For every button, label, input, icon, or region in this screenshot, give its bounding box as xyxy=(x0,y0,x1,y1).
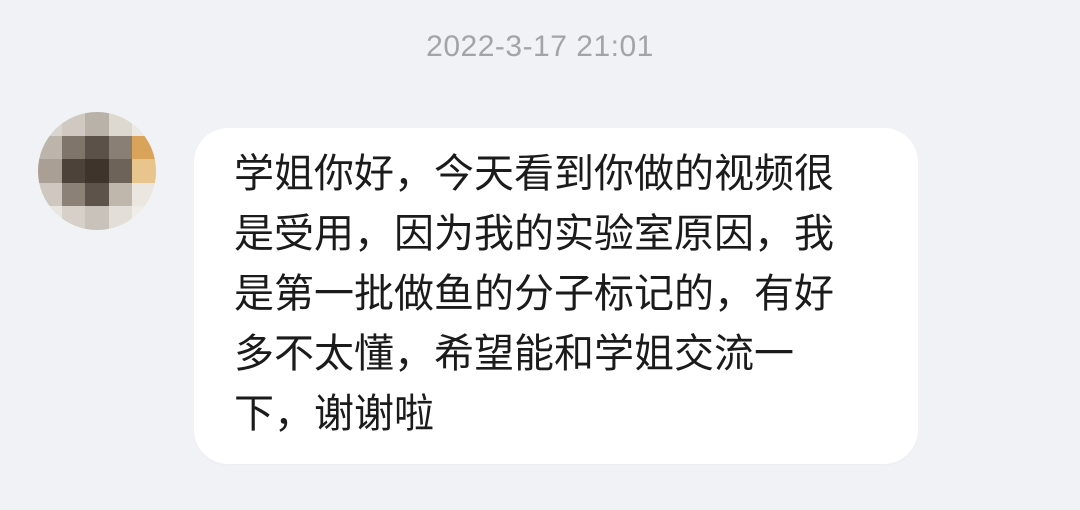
avatar-mosaic-cell xyxy=(108,206,133,230)
message-timestamp: 2022-3-17 21:01 xyxy=(426,30,654,63)
contact-avatar[interactable] xyxy=(38,112,156,230)
avatar-mosaic-cell xyxy=(38,159,62,183)
avatar-mosaic-cell xyxy=(108,182,133,207)
avatar-mosaic-cell xyxy=(85,135,109,160)
avatar-mosaic-cell xyxy=(61,182,86,207)
avatar-mosaic-cell xyxy=(132,135,156,160)
avatar-mosaic-cell xyxy=(132,159,156,183)
message-text-line-1: 学姐你好，今天看到你做的视频很 xyxy=(234,151,834,197)
avatar-mosaic-cell xyxy=(38,112,62,136)
message-text-line-5: 下，谢谢啦 xyxy=(234,391,434,437)
avatar-mosaic-cell xyxy=(38,135,62,160)
avatar-mosaic-cell xyxy=(38,206,62,230)
avatar-mosaic-cell xyxy=(108,135,133,160)
avatar-mosaic-cell xyxy=(61,206,86,230)
message-text-line-2: 是受用，因为我的实验室原因，我 xyxy=(234,211,834,257)
avatar-mosaic-cell xyxy=(108,159,133,183)
avatar-mosaic-cell xyxy=(85,182,109,207)
avatar-mosaic-cell xyxy=(132,112,156,136)
avatar-mosaic-cell xyxy=(38,182,62,207)
avatar-mosaic-cell xyxy=(108,112,133,136)
message-text-line-4: 多不太懂，希望能和学姐交流一 xyxy=(234,331,794,377)
avatar-mosaic-cell xyxy=(61,135,86,160)
avatar-mosaic-cell xyxy=(132,182,156,207)
message-text-line-3: 是第一批做鱼的分子标记的，有好 xyxy=(234,271,834,317)
avatar-mosaic-cell xyxy=(61,159,86,183)
avatar-mosaic-cell xyxy=(132,206,156,230)
avatar-mosaic-cell xyxy=(85,206,109,230)
message-bubble[interactable]: 学姐你好，今天看到你做的视频很 是受用，因为我的实验室原因，我 是第一批做鱼的分… xyxy=(194,128,918,464)
avatar-mosaic-cell xyxy=(85,159,109,183)
avatar-mosaic-cell xyxy=(85,112,109,136)
avatar-mosaic-cell xyxy=(61,112,86,136)
